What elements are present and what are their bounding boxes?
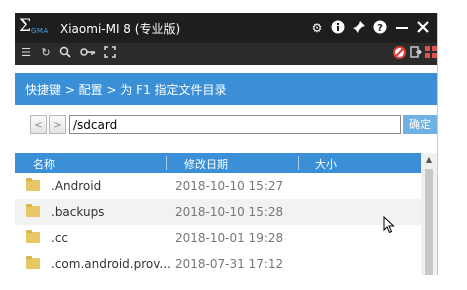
list-icon[interactable]: ☰ bbox=[19, 46, 33, 60]
pin-icon[interactable] bbox=[351, 20, 367, 36]
export-icon[interactable] bbox=[409, 46, 423, 60]
folder-icon bbox=[26, 230, 40, 243]
window-title: Xiaomi-MI 8 (专业版) bbox=[60, 22, 181, 36]
file-name: .cc bbox=[51, 231, 69, 245]
table-row[interactable]: .com.android.prov... 2018-07-31 17:12 bbox=[15, 251, 421, 275]
folder-icon bbox=[26, 204, 40, 217]
folder-icon bbox=[26, 178, 40, 191]
breadcrumb-bar: 快捷键 > 配置 > 为 F1 指定文件目录 bbox=[15, 73, 437, 105]
svg-text:?: ? bbox=[377, 23, 383, 34]
file-name: .Android bbox=[51, 179, 102, 193]
file-date: 2018-10-01 19:28 bbox=[175, 231, 284, 245]
logo-text: GMA bbox=[31, 27, 49, 35]
forward-button[interactable]: > bbox=[49, 115, 66, 134]
search-zoom-icon[interactable] bbox=[58, 46, 72, 60]
scroll-up-arrow-icon[interactable]: ▲ bbox=[421, 153, 437, 167]
refresh-icon[interactable]: ↻ bbox=[39, 46, 53, 60]
breadcrumb: 快捷键 > 配置 > 为 F1 指定文件目录 bbox=[25, 83, 227, 97]
column-separator[interactable] bbox=[298, 156, 299, 170]
file-date: 2018-07-31 17:12 bbox=[175, 257, 284, 271]
key-icon[interactable] bbox=[79, 46, 97, 60]
column-name-header[interactable]: 名称 bbox=[33, 156, 55, 172]
app-window: Σ GMA Xiaomi-MI 8 (专业版) ⚙ ? ☰ ↻ 快捷键 > 配置… bbox=[15, 13, 438, 275]
info-icon[interactable] bbox=[330, 20, 346, 36]
file-date: 2018-10-10 15:28 bbox=[175, 205, 284, 219]
app-logo: Σ GMA bbox=[19, 16, 55, 37]
toolbar: ☰ ↻ bbox=[15, 43, 437, 65]
mouse-cursor-icon bbox=[383, 216, 395, 234]
logo-sigma: Σ bbox=[19, 16, 32, 36]
close-icon[interactable] bbox=[415, 20, 431, 36]
gear-icon[interactable]: ⚙ bbox=[309, 20, 325, 36]
grid-icon[interactable] bbox=[425, 46, 437, 60]
title-bar[interactable]: Σ GMA Xiaomi-MI 8 (专业版) ⚙ ? bbox=[15, 13, 437, 43]
path-bar: < > 确定 bbox=[15, 105, 437, 141]
file-name: .backups bbox=[51, 205, 105, 219]
table-row[interactable]: .cc 2018-10-01 19:28 bbox=[15, 225, 421, 251]
file-name: .com.android.prov... bbox=[51, 257, 171, 271]
block-icon[interactable] bbox=[392, 46, 406, 60]
file-list-header: 名称 修改日期 大小 bbox=[15, 153, 421, 173]
help-icon[interactable]: ? bbox=[372, 20, 388, 36]
minimize-icon[interactable] bbox=[394, 20, 410, 36]
column-separator[interactable] bbox=[166, 156, 167, 170]
column-size-header[interactable]: 大小 bbox=[315, 156, 337, 172]
table-row[interactable]: .backups 2018-10-10 15:28 bbox=[15, 199, 421, 225]
column-date-header[interactable]: 修改日期 bbox=[184, 156, 228, 172]
vertical-scrollbar[interactable]: ▲ bbox=[421, 153, 437, 275]
folder-icon bbox=[26, 256, 40, 269]
confirm-button[interactable]: 确定 bbox=[403, 115, 437, 134]
fullscreen-icon[interactable] bbox=[103, 46, 117, 60]
path-input[interactable] bbox=[69, 115, 401, 134]
table-row[interactable]: .Android 2018-10-10 15:27 bbox=[15, 173, 421, 199]
back-button[interactable]: < bbox=[30, 115, 47, 134]
scrollbar-thumb[interactable] bbox=[425, 169, 433, 275]
file-date: 2018-10-10 15:27 bbox=[175, 179, 284, 193]
